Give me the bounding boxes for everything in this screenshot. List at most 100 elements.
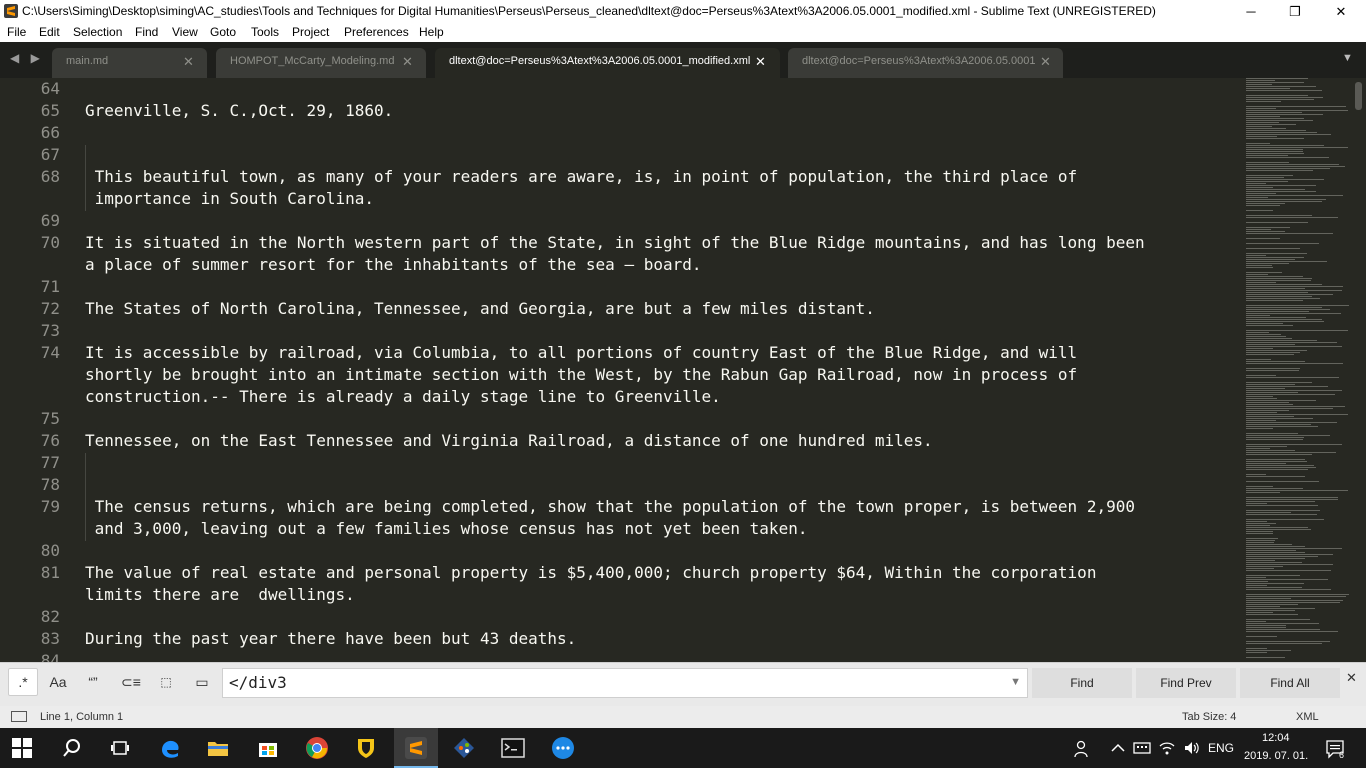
tab-modified-xml[interactable]: dltext@doc=Perseus%3Atext%3A2006.05.0001… (435, 48, 780, 78)
minimap-line (1246, 523, 1276, 524)
minimap-line (1246, 116, 1280, 117)
input-language[interactable]: ENG (1208, 741, 1234, 755)
git-app-icon[interactable] (452, 736, 476, 760)
minimap-line (1246, 503, 1267, 504)
line-number: 79 (40, 497, 60, 516)
tab-list-dropdown-icon[interactable]: ▼ (1342, 52, 1353, 64)
menu-find[interactable]: Find (135, 25, 158, 39)
menu-tools[interactable]: Tools (251, 25, 279, 39)
tab-nav-arrows[interactable]: ◀ ▶ (10, 51, 44, 65)
close-tab-icon[interactable]: ✕ (402, 54, 413, 70)
highlight-matches-toggle-button[interactable]: ▭ (187, 668, 217, 696)
menu-goto[interactable]: Goto (210, 25, 236, 39)
code-editor[interactable]: 64 65 66 67 68 69 70 71 72 73 74 75 76 7… (0, 78, 1244, 662)
close-tab-icon[interactable]: ✕ (1040, 54, 1051, 70)
menu-view[interactable]: View (172, 25, 198, 39)
menu-help[interactable]: Help (419, 25, 444, 39)
minimap-line (1246, 527, 1308, 528)
minimap-line (1246, 499, 1338, 500)
vertical-scrollbar[interactable] (1355, 82, 1362, 110)
wifi-icon[interactable] (1158, 740, 1176, 759)
minimap-line (1246, 274, 1268, 275)
keyboard-icon[interactable] (1133, 740, 1151, 759)
wrap-toggle-button[interactable]: ⊂≡ (116, 668, 146, 696)
tab-size-indicator[interactable]: Tab Size: 4 (1182, 711, 1236, 723)
tab-hompot-md[interactable]: HOMPOT_McCarty_Modeling.md ✕ (216, 48, 426, 78)
minimap-line (1246, 435, 1330, 436)
volume-icon[interactable] (1183, 740, 1201, 759)
menu-selection[interactable]: Selection (73, 25, 122, 39)
clock-time[interactable]: 12:04 (1262, 732, 1290, 744)
syntax-indicator[interactable]: XML (1296, 711, 1319, 723)
minimap-line (1246, 461, 1307, 462)
case-sensitive-toggle-button[interactable]: Aa (43, 668, 73, 696)
find-all-button[interactable]: Find All (1240, 668, 1340, 698)
close-tab-icon[interactable]: ✕ (183, 54, 194, 70)
terminal-icon[interactable] (501, 736, 525, 760)
minimap-line (1246, 463, 1286, 464)
regex-toggle-button[interactable]: .* (8, 668, 38, 696)
minimap-line (1246, 290, 1342, 291)
minimap-line (1246, 193, 1276, 194)
minimap-line (1246, 95, 1308, 96)
minimap-line (1246, 406, 1345, 407)
minimap-line (1246, 542, 1274, 543)
tab-original-xml[interactable]: dltext@doc=Perseus%3Atext%3A2006.05.0001… (788, 48, 1063, 78)
menu-preferences[interactable]: Preferences (344, 25, 409, 39)
store-icon[interactable] (256, 736, 280, 760)
minimap-line (1246, 481, 1319, 482)
close-find-panel-icon[interactable]: ✕ (1346, 670, 1357, 686)
sublime-logo-icon (4, 4, 18, 18)
line-number: 74 (40, 343, 60, 362)
minimap-line (1246, 636, 1277, 637)
sublime-text-icon[interactable] (404, 736, 428, 760)
find-history-dropdown-icon[interactable]: ▼ (1010, 676, 1021, 688)
menu-project[interactable]: Project (292, 25, 329, 39)
menu-edit[interactable]: Edit (39, 25, 60, 39)
whole-word-toggle-button[interactable]: “” (78, 668, 108, 696)
tab-main-md[interactable]: main.md ✕ (52, 48, 207, 78)
window-title: C:\Users\Siming\Desktop\siming\AC_studie… (22, 4, 1156, 18)
minimap-line (1246, 521, 1267, 522)
find-button[interactable]: Find (1032, 668, 1132, 698)
task-view-icon[interactable] (108, 736, 132, 760)
chat-app-icon[interactable] (551, 736, 575, 760)
minimap-line (1246, 631, 1338, 632)
minimap-line (1246, 398, 1277, 399)
close-window-button[interactable]: ✕ (1318, 0, 1364, 23)
search-icon[interactable] (60, 736, 84, 760)
maximize-button[interactable]: ❐ (1272, 0, 1318, 23)
code-line: The value of real estate and personal pr… (85, 563, 1097, 582)
minimap-line (1246, 467, 1316, 468)
minimap-line (1246, 338, 1292, 339)
shield-app-icon[interactable] (354, 736, 378, 760)
minimap-line (1246, 410, 1289, 411)
minimize-button[interactable]: ─ (1228, 0, 1274, 23)
minimap-line (1246, 525, 1270, 526)
people-icon[interactable] (1073, 740, 1091, 761)
line-number: 72 (40, 299, 60, 318)
in-selection-toggle-button[interactable]: ⬚ (151, 668, 181, 696)
minimap-line (1246, 195, 1343, 196)
minimap-line (1246, 368, 1300, 369)
find-input-field[interactable]: </div3 ▼ (222, 668, 1028, 698)
clock-date[interactable]: 2019. 07. 01. (1244, 750, 1308, 762)
minimap-line (1246, 476, 1305, 477)
chevron-up-icon[interactable] (1110, 740, 1126, 759)
windows-start-icon[interactable] (12, 738, 36, 762)
minimap-line (1246, 280, 1311, 281)
chrome-icon[interactable] (305, 736, 329, 760)
tab-label: HOMPOT_McCarty_Modeling.md (230, 55, 395, 67)
menu-file[interactable]: File (7, 25, 26, 39)
minimap-line (1246, 606, 1280, 607)
minimap-line (1246, 488, 1303, 489)
cursor-position: Line 1, Column 1 (40, 711, 124, 723)
find-prev-button[interactable]: Find Prev (1136, 668, 1236, 698)
minimap[interactable] (1244, 78, 1354, 662)
edge-browser-icon[interactable] (158, 736, 182, 760)
file-explorer-icon[interactable] (206, 736, 230, 760)
close-tab-icon[interactable]: ✕ (755, 54, 766, 70)
panel-switcher-icon[interactable] (11, 711, 27, 722)
minimap-line (1246, 101, 1281, 102)
line-number: 80 (40, 541, 60, 560)
